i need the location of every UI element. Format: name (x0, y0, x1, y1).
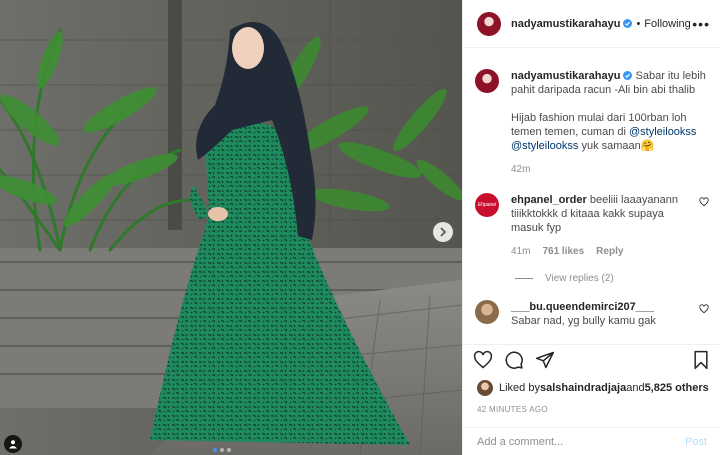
avatar[interactable] (475, 300, 499, 324)
comment-item: Ehpanel ehpanel_order beeliii laaayanann… (475, 193, 709, 259)
post-actions (463, 344, 720, 374)
liked-by-user[interactable]: salshaindradjaja (540, 382, 626, 394)
comment-like-heart-icon[interactable] (699, 197, 709, 207)
avatar[interactable] (477, 11, 501, 36)
chevron-right-icon (440, 227, 447, 237)
mention-link[interactable]: @styleilookss (629, 126, 696, 138)
verified-badge-icon (623, 71, 633, 80)
bookmark-icon[interactable] (691, 350, 711, 370)
caption-username[interactable]: nadyamustikarahayu (511, 70, 620, 82)
comment-username[interactable]: ___bu.queendemirci207___ (511, 301, 654, 313)
likes-prefix: Liked by (499, 382, 540, 394)
likes-others[interactable]: 5,825 others (645, 382, 709, 394)
carousel-dot (227, 448, 231, 452)
avatar[interactable] (477, 380, 493, 396)
comment-time[interactable]: 41m (511, 245, 530, 259)
post-button[interactable]: Post (685, 436, 707, 448)
comments-list[interactable]: nadyamustikarahayu Sabar itu lebih pahit… (463, 49, 720, 343)
comment-username[interactable]: ehpanel_order (511, 194, 587, 206)
caption-time[interactable]: 42m (511, 163, 707, 177)
carousel-indicators (213, 448, 231, 452)
comment-likes[interactable]: 761 likes (542, 245, 584, 259)
likes-summary: Liked by salshaindradjaja and 5,825 othe… (477, 380, 709, 396)
post-photo[interactable] (0, 0, 462, 455)
view-replies-label: View replies (2) (545, 273, 614, 284)
comment-icon[interactable] (504, 350, 524, 370)
caption-line2-end: yuk samaan (578, 140, 641, 152)
comment-item: ___bu.queendemirci207___ Sabar nad, yg b… (475, 300, 709, 328)
post-timestamp[interactable]: 42 MINUTES AGO (477, 405, 548, 414)
post-header: nadyamustikarahayu • Following ••• (463, 0, 720, 48)
following-button[interactable]: Following (644, 18, 690, 30)
more-options-icon[interactable]: ••• (692, 16, 710, 32)
post-side-panel: nadyamustikarahayu • Following ••• nadya… (462, 0, 720, 455)
carousel-dot (213, 448, 217, 452)
photo-image (0, 0, 462, 455)
comment-text: Sabar nad, yg bully kamu gak (511, 315, 656, 327)
add-comment-bar: Post (463, 427, 720, 455)
mention-link[interactable]: @styleilookss (511, 140, 578, 152)
share-icon[interactable] (535, 350, 555, 370)
caption: nadyamustikarahayu Sabar itu lebih pahit… (475, 69, 709, 177)
likes-conj: and (626, 382, 645, 394)
view-replies-button[interactable]: View replies (2) (515, 273, 709, 284)
comment-input[interactable] (477, 435, 685, 448)
next-slide-button[interactable] (433, 222, 453, 242)
reply-button[interactable]: Reply (596, 245, 623, 259)
user-tag-button[interactable] (4, 435, 22, 453)
avatar-text: Ehpanel (477, 202, 497, 208)
hug-emoji: 🤗 (640, 140, 655, 152)
divider (515, 278, 533, 279)
avatar[interactable] (475, 69, 499, 93)
header-separator: • (636, 17, 641, 30)
carousel-dot (220, 448, 224, 452)
comment-like-heart-icon[interactable] (699, 304, 709, 314)
user-tag-icon (9, 440, 17, 449)
avatar[interactable]: Ehpanel (475, 193, 499, 217)
verified-badge-icon (623, 19, 633, 28)
header-username[interactable]: nadyamustikarahayu (511, 18, 620, 30)
heart-icon[interactable] (473, 350, 493, 370)
